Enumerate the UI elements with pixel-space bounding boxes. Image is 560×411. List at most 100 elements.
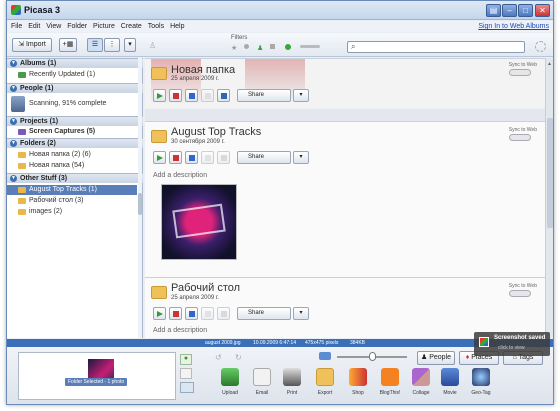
sidebar-item-images[interactable]: images (2) xyxy=(7,207,137,217)
collapse-icon[interactable]: ▼ xyxy=(10,118,17,125)
maximize-button[interactable]: □ xyxy=(518,4,533,17)
album-view-scrollbar[interactable]: ▲ xyxy=(545,58,553,338)
share-button[interactable]: Share xyxy=(237,307,291,320)
scroll-up-icon[interactable]: ▲ xyxy=(547,61,552,67)
collage-button[interactable] xyxy=(169,89,182,102)
album-title[interactable]: Новая папка xyxy=(171,64,235,76)
clear-tray-button[interactable] xyxy=(180,368,192,379)
share-button[interactable]: Share xyxy=(237,89,291,102)
section-albums[interactable]: ▼ Albums (1) xyxy=(7,58,143,68)
share-button[interactable]: Share xyxy=(237,151,291,164)
add-to-album-button[interactable] xyxy=(180,382,194,393)
slideshow-button[interactable] xyxy=(153,89,166,102)
minimize-button[interactable]: – xyxy=(502,4,517,17)
scroll-thumb[interactable] xyxy=(547,118,553,228)
print-icon[interactable] xyxy=(283,368,301,386)
sync-to-web[interactable]: Sync to Web xyxy=(508,127,537,141)
export-label[interactable]: Export xyxy=(308,390,342,396)
movie-button[interactable] xyxy=(185,89,198,102)
photo-tray[interactable]: Folder Selected - 1 photo xyxy=(18,352,176,400)
menu-file[interactable]: File xyxy=(11,21,22,32)
section-people[interactable]: ▼ People (1) xyxy=(7,83,143,93)
sync-to-web[interactable]: Sync to Web xyxy=(508,62,537,76)
collage-button[interactable] xyxy=(169,151,182,164)
section-projects[interactable]: ▼ Projects (1) xyxy=(7,116,143,126)
list-view-button[interactable]: ☰ xyxy=(87,38,103,52)
album-title[interactable]: Рабочий стол xyxy=(171,282,240,294)
movie-filter-icon[interactable] xyxy=(244,44,249,49)
person-add-icon[interactable]: ♙ xyxy=(149,41,156,50)
upload-button[interactable] xyxy=(201,151,214,164)
time-slider[interactable] xyxy=(300,45,320,48)
blogthis-label[interactable]: BlogThis! xyxy=(373,390,407,396)
layout-button[interactable]: ▤ xyxy=(486,4,501,17)
sync-to-web[interactable]: Sync to Web xyxy=(508,283,537,297)
screenshot-saved-notification[interactable]: Screenshot saved click to view xyxy=(474,332,550,356)
email-icon[interactable] xyxy=(253,368,271,386)
print-label[interactable]: Print xyxy=(275,390,309,396)
geotag-icon[interactable] xyxy=(472,368,490,386)
save-button[interactable] xyxy=(217,151,230,164)
menu-create[interactable]: Create xyxy=(121,21,142,32)
sidebar-item-screen-captures[interactable]: Screen Captures (5) xyxy=(7,127,137,137)
movie-button[interactable] xyxy=(185,151,198,164)
save-button[interactable] xyxy=(217,307,230,320)
sidebar-item-desktop[interactable]: Рабочий стол (3) xyxy=(7,196,137,206)
sign-in-link[interactable]: Sign In to Web Albums xyxy=(478,21,549,32)
album-description-field[interactable]: Add a description xyxy=(153,172,207,179)
section-other-stuff[interactable]: ▼ Other Stuff (3) xyxy=(7,173,143,183)
menu-tools[interactable]: Tools xyxy=(148,21,164,32)
movie-label[interactable]: Movie xyxy=(433,390,467,396)
share-dropdown-button[interactable]: ▾ xyxy=(293,307,309,320)
sidebar-item-folder-2[interactable]: Новая папка (54) xyxy=(7,161,137,171)
email-label[interactable]: Email xyxy=(245,390,279,396)
close-button[interactable]: ✕ xyxy=(535,4,550,17)
movie-button[interactable] xyxy=(185,307,198,320)
slideshow-button[interactable] xyxy=(153,307,166,320)
collapse-icon[interactable]: ▼ xyxy=(10,140,17,147)
people-filter-icon[interactable]: ♟ xyxy=(257,44,263,52)
album-title[interactable]: August Top Tracks xyxy=(171,126,261,138)
view-menu-button[interactable]: ▾ xyxy=(124,38,136,52)
sync-toggle[interactable] xyxy=(508,134,531,141)
upload-icon[interactable] xyxy=(221,368,239,386)
uploaded-filter-icon[interactable] xyxy=(285,44,291,50)
menu-picture[interactable]: Picture xyxy=(93,21,115,32)
sidebar-item-recently-updated[interactable]: Recently Updated (1) xyxy=(7,70,137,80)
sidebar-item-august-top-tracks[interactable]: August Top Tracks (1) xyxy=(7,185,137,195)
sidebar-item-scanning[interactable]: Scanning, 91% complete xyxy=(7,99,137,109)
album-description-field[interactable]: Add a description xyxy=(153,327,207,334)
menu-help[interactable]: Help xyxy=(170,21,184,32)
slider-handle[interactable] xyxy=(369,352,376,361)
slideshow-button[interactable] xyxy=(153,151,166,164)
upload-button[interactable] xyxy=(201,89,214,102)
save-button[interactable] xyxy=(217,89,230,102)
geotag-label[interactable]: Geo-Tag xyxy=(464,390,498,396)
tree-view-button[interactable]: ⋮ xyxy=(104,38,120,52)
sync-toggle[interactable] xyxy=(508,290,531,297)
sidebar-scroll-thumb[interactable] xyxy=(138,193,142,215)
star-filter-icon[interactable]: ★ xyxy=(231,44,237,52)
menu-folder[interactable]: Folder xyxy=(67,21,87,32)
shop-icon[interactable] xyxy=(349,368,367,386)
rotate-right-icon[interactable]: ↻ xyxy=(235,353,242,362)
shop-label[interactable]: Shop xyxy=(341,390,375,396)
blogger-icon[interactable] xyxy=(381,368,399,386)
export-icon[interactable] xyxy=(316,368,334,386)
collage-icon[interactable] xyxy=(412,368,430,386)
upload-button[interactable] xyxy=(201,307,214,320)
add-folder-button[interactable]: +▦ xyxy=(59,38,77,52)
geotag-filter-icon[interactable] xyxy=(270,44,275,49)
movie-icon[interactable] xyxy=(441,368,459,386)
collapse-icon[interactable]: ▼ xyxy=(10,85,17,92)
share-dropdown-button[interactable]: ▾ xyxy=(293,151,309,164)
collage-button[interactable] xyxy=(169,307,182,320)
collapse-icon[interactable]: ▼ xyxy=(10,60,17,67)
upload-label[interactable]: Upload xyxy=(213,390,247,396)
menu-view[interactable]: View xyxy=(46,21,61,32)
sidebar-item-folder-1[interactable]: Новая папка (2) (6) xyxy=(7,150,137,160)
people-button[interactable]: ♟ People xyxy=(417,351,455,365)
import-button[interactable]: ⇲ Import xyxy=(12,38,52,52)
share-dropdown-button[interactable]: ▾ xyxy=(293,89,309,102)
rotate-left-icon[interactable]: ↺ xyxy=(215,353,222,362)
